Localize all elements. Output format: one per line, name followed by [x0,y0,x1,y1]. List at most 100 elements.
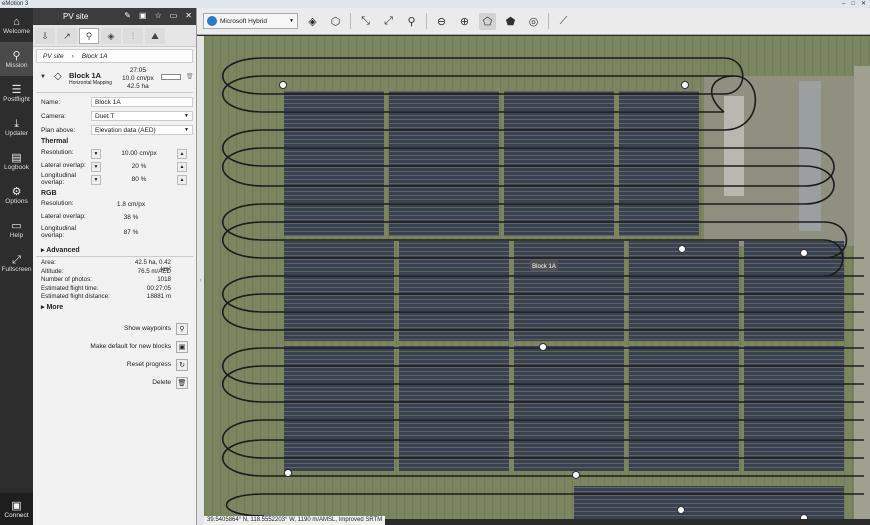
block-item[interactable]: ▼ ◇ Block 1A Horizontal Mapping 27:05 10… [36,65,194,93]
block-gsd: 10.0 cm/px [122,75,154,82]
rgb-resolution-value: 1.8 cm/px [116,201,146,208]
zoom-in-icon[interactable]: ⊕ [456,13,473,30]
folder-icon[interactable]: ▭ [170,11,178,20]
thermal-long-value[interactable]: 80 % [101,176,177,183]
increase-button[interactable]: ▲ [177,174,187,185]
advanced-toggle[interactable]: ▸ Advanced [33,243,196,255]
nav-fullscreen-label: Fullscreen [1,265,32,273]
advanced-label: Advanced [46,247,80,254]
toolbar-divider [350,13,351,29]
nav-logbook[interactable]: ▤ Logbook [0,144,33,178]
stat-label: Estimated flight time: [41,284,99,292]
tab-terrain-icon[interactable]: ⛰ [145,28,165,44]
expand-view-icon[interactable]: ⤢ [380,13,397,30]
thermal-section-title: Thermal [41,138,69,145]
increase-button[interactable]: ▲ [177,161,187,172]
tab-safety-icon[interactable]: ◈ [101,28,121,44]
plan-select[interactable]: Elevation data (AED) ▼ [91,125,193,135]
reset-icon[interactable]: ↻ [176,358,188,371]
thermal-lateral-value[interactable]: 20 % [101,163,177,170]
nav-connect[interactable]: ▣ Connect [0,493,33,525]
delete-row[interactable]: Delete 🗑 [33,374,196,392]
trash-icon[interactable]: 🗑 [186,73,194,80]
minimize-icon[interactable]: – [842,0,845,8]
area-select-icon[interactable]: ⬠ [479,12,496,30]
connect-icon: ▣ [11,500,22,512]
thermal-resolution-label: Resolution: [41,149,74,157]
chevron-down-icon[interactable]: ▼ [40,74,46,80]
dropdown-icon: ▼ [289,18,294,24]
nav-help[interactable]: ▭ Help [0,212,33,246]
decrease-button[interactable]: ▼ [91,161,101,172]
globe-icon [207,16,217,26]
camera-value: Duet T [95,112,115,120]
nav-mission[interactable]: ⚲ Mission [0,42,33,76]
camera-select[interactable]: Duet T ▼ [91,111,193,121]
stat-label: Altitude: [41,267,64,275]
compass-icon[interactable]: ◎ [525,13,542,30]
mission-icon: ⚲ [12,49,21,62]
make-default-label: Make default for new blocks [90,343,171,350]
map-source-select[interactable]: Microsoft Hybrid ▼ [203,13,298,29]
nav-options-label: Options [5,197,28,205]
satellite-map[interactable]: Block 1A [204,36,870,519]
layers-icon[interactable]: ◈ [304,13,321,30]
nav-welcome[interactable]: ⌂ Welcome [0,8,33,42]
ruler-icon[interactable]: ⟋ [555,13,572,30]
nav-mission-label: Mission [5,61,28,69]
tab-waypoint-icon[interactable]: ⚲ [79,28,99,44]
block-time: 27:05 [129,67,147,74]
close-icon[interactable]: ✕ [861,0,866,8]
toolbar-divider [548,13,549,29]
location-pin-icon[interactable]: ⚲ [403,13,420,30]
zoom-out-icon[interactable]: ⊖ [433,13,450,30]
breadcrumb-site[interactable]: PV site [43,53,64,60]
tab-landing-icon[interactable]: ↗ [57,28,77,44]
camera-label: Camera: [41,112,66,120]
rgb-long-label: Longitudinal overlap: [41,225,77,239]
panel-collapse-handle[interactable]: ‹ [197,36,204,525]
map-view[interactable]: Block 1A [204,36,870,519]
name-field[interactable]: Block 1A [91,97,193,107]
camera-row: Camera: Duet T ▼ [33,110,196,122]
trash-icon[interactable]: 🗑 [176,376,188,389]
block-progress-bar [161,74,181,80]
nav-options[interactable]: ⚙ Options [0,178,33,212]
left-navigation: ⌂ Welcome ⚲ Mission ☰ Postflight ⤓ Updater ▤… [0,8,33,525]
reset-progress-row[interactable]: Reset progress ↻ [33,356,196,374]
tab-flight-plan-icon[interactable]: ⇩ [35,28,55,44]
stat-photos: Number of photos: 1018 [33,276,196,285]
more-label: More [46,303,64,311]
star-icon[interactable]: ☆ [155,11,162,20]
increase-button[interactable]: ▲ [177,148,187,159]
collapse-view-icon[interactable]: ⤡ [357,13,374,30]
save-icon[interactable]: ▣ [176,340,188,353]
edit-icon[interactable]: ✎ [124,11,131,20]
show-waypoints-row[interactable]: Show waypoints ⚲ [33,320,196,338]
plan-label: Plan above: [41,126,76,134]
more-toggle[interactable]: ▸ More [33,302,196,314]
nav-updater[interactable]: ⤓ Updater [0,110,33,144]
waypoint-icon[interactable]: ⚲ [176,322,188,335]
decrease-button[interactable]: ▼ [91,148,101,159]
block-area: 42.5 ha [127,83,149,90]
window-titlebar: eMotion 3 – □ ✕ [0,0,870,8]
rgb-section-title: RGB [41,190,57,197]
stat-label: Estimated flight distance: [41,293,110,300]
thermal-resolution-value[interactable]: 10.00 cm/px [101,150,177,157]
nav-fullscreen[interactable]: ⤢ Fullscreen [0,246,33,280]
nav-postflight[interactable]: ☰ Postflight [0,76,33,110]
maximize-icon[interactable]: □ [851,0,855,8]
rgb-resolution-row: Resolution: 1.8 cm/px [33,199,196,210]
make-default-row[interactable]: Make default for new blocks ▣ [33,338,196,356]
decrease-button[interactable]: ▼ [91,174,101,185]
rgb-long-value: 87 % [123,229,139,236]
block-stats: 27:05 10.0 cm/px 42.5 ha [122,67,154,91]
3d-cube-icon[interactable]: ⬡ [327,13,344,30]
tab-settings-icon[interactable]: ⫶ [123,28,143,44]
close-panel-icon[interactable]: ✕ [185,11,192,20]
save-icon[interactable]: ▣ [139,11,147,20]
block-map-label[interactable]: Block 1A [530,260,558,271]
name-label: Name: [41,98,61,106]
area-edit-icon[interactable]: ⬟ [502,13,519,30]
